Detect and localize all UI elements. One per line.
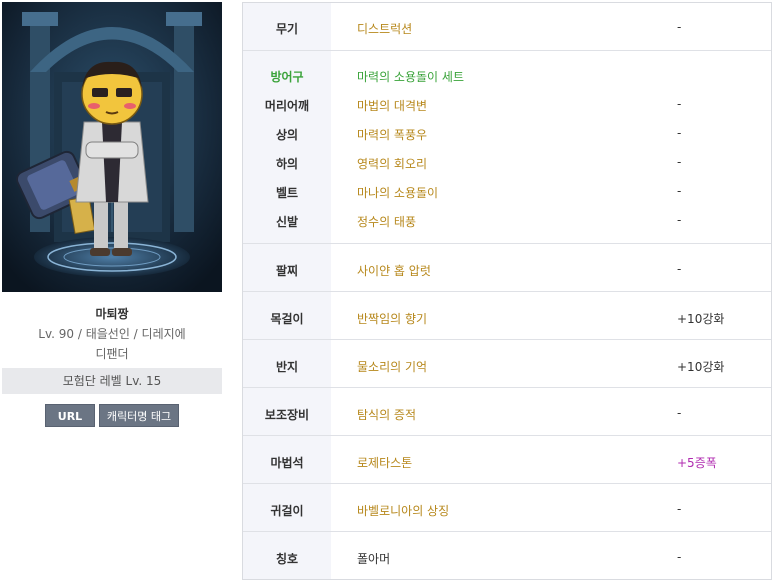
value-necklace: +10강화 bbox=[677, 312, 725, 326]
item-shoulder[interactable]: 마법의 대격변 bbox=[357, 97, 427, 114]
value-shoes: - bbox=[677, 213, 682, 227]
category-bottom: 하의 bbox=[275, 157, 299, 171]
value-belt: - bbox=[677, 184, 682, 198]
character-subclass: 디팬더 bbox=[95, 347, 129, 361]
character-panel: 마퇴짱 Lv. 90 / 태을선인 / 디레지에 디팬더 모험단 레벨 Lv. … bbox=[0, 0, 224, 582]
category-ring: 반지 bbox=[275, 360, 299, 374]
character-name: 마퇴짱 bbox=[95, 307, 129, 321]
row-divider bbox=[243, 243, 771, 244]
item-support-equipment[interactable]: 탐식의 증적 bbox=[357, 406, 416, 423]
url-button[interactable]: URL bbox=[45, 404, 95, 427]
adventure-team-level: 모험단 레벨 Lv. 15 bbox=[2, 368, 222, 394]
character-name-tag-button[interactable]: 캐릭터명 태그 bbox=[99, 404, 179, 427]
category-shoulder: 머리어깨 bbox=[264, 99, 310, 113]
row-divider bbox=[243, 387, 771, 388]
item-title[interactable]: 폴아머 bbox=[357, 550, 390, 567]
item-necklace[interactable]: 반짝임의 향기 bbox=[357, 310, 427, 327]
item-ring[interactable]: 물소리의 기억 bbox=[357, 358, 427, 375]
value-weapon: - bbox=[677, 20, 682, 34]
character-info: Lv. 90 / 태을선인 / 디레지에 디팬더 bbox=[2, 324, 222, 364]
value-ring: +10강화 bbox=[677, 360, 725, 374]
category-top: 상의 bbox=[275, 128, 299, 142]
item-magic-stone[interactable]: 로제타스톤 bbox=[357, 454, 412, 471]
category-bracelet: 팔찌 bbox=[275, 264, 299, 278]
category-armor: 방어구 bbox=[270, 70, 304, 84]
item-weapon[interactable]: 디스트럭션 bbox=[357, 20, 412, 37]
category-weapon: 무기 bbox=[275, 22, 299, 36]
category-title: 칭호 bbox=[275, 552, 299, 566]
item-earring[interactable]: 바벨로니아의 상징 bbox=[357, 502, 449, 519]
category-shoes: 신발 bbox=[275, 215, 299, 229]
category-magic-stone: 마법석 bbox=[270, 456, 304, 470]
row-divider bbox=[243, 531, 771, 532]
value-title: - bbox=[677, 550, 682, 564]
value-earring: - bbox=[677, 502, 682, 516]
category-necklace: 목걸이 bbox=[270, 312, 304, 326]
row-divider bbox=[243, 483, 771, 484]
item-belt[interactable]: 마나의 소용돌이 bbox=[357, 184, 438, 201]
value-support-equipment: - bbox=[677, 406, 682, 420]
value-bracelet: - bbox=[677, 262, 682, 276]
item-bracelet[interactable]: 사이얀 홉 압럿 bbox=[357, 262, 431, 279]
character-portrait bbox=[2, 2, 222, 292]
row-divider bbox=[243, 50, 771, 51]
row-divider bbox=[243, 291, 771, 292]
row-divider bbox=[243, 435, 771, 436]
value-bottom: - bbox=[677, 155, 682, 169]
character-illustration bbox=[2, 2, 222, 292]
item-top[interactable]: 마력의 폭풍우 bbox=[357, 126, 427, 143]
category-belt: 벨트 bbox=[275, 186, 299, 200]
value-top: - bbox=[677, 126, 682, 140]
item-bottom[interactable]: 영력의 회오리 bbox=[357, 155, 427, 172]
equipment-table: 무기 디스트럭션 - 방어구 마력의 소용돌이 세트 머리어깨 마법의 대격변 … bbox=[242, 2, 772, 580]
value-magic-stone: +5증폭 bbox=[677, 456, 717, 470]
row-divider bbox=[243, 339, 771, 340]
item-armor-set[interactable]: 마력의 소용돌이 세트 bbox=[357, 68, 464, 85]
category-support-equipment: 보조장비 bbox=[264, 408, 310, 422]
value-shoulder: - bbox=[677, 97, 682, 111]
item-shoes[interactable]: 정수의 태풍 bbox=[357, 213, 416, 230]
character-level-class: Lv. 90 / 태을선인 / 디레지에 bbox=[38, 327, 186, 341]
category-earring: 귀걸이 bbox=[270, 504, 304, 518]
